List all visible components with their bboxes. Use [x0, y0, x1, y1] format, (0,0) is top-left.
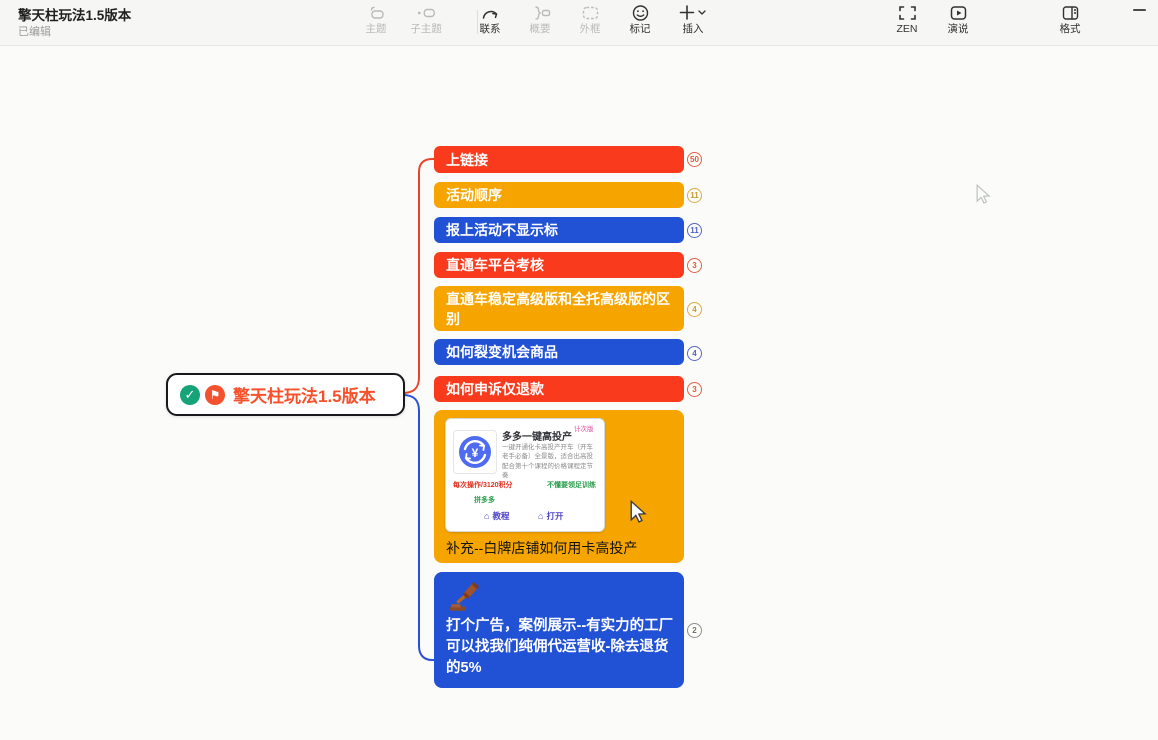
topic-label: 补充--白牌店铺如何用卡高投产	[446, 538, 637, 558]
presentation-play-icon	[949, 3, 967, 22]
mouse-cursor-arrow-icon	[628, 500, 648, 523]
toolbar-button-label: 联系	[480, 23, 501, 35]
gavel-icon	[448, 580, 482, 614]
document-title: 擎天柱玩法1.5版本	[18, 4, 131, 24]
toolbar-button-format[interactable]: 格式	[1060, 3, 1081, 35]
plugin-button-label: 打开	[546, 510, 563, 522]
topic-label: 如何裂变机会商品	[446, 342, 558, 362]
toolbar-button-label: 格式	[1060, 23, 1081, 35]
subtopic-icon	[416, 3, 436, 22]
topic-platform-assessment[interactable]: 直通车平台考核	[434, 252, 684, 278]
toolbar-button-topic[interactable]: 主题	[366, 3, 387, 35]
branch-line-up	[403, 159, 435, 393]
toolbar-button-subtopic[interactable]: 子主题	[410, 3, 442, 35]
toolbar-button-label: 演说	[948, 23, 969, 35]
plugin-version-tag: 计次版	[574, 423, 594, 433]
topic-split-opportunity[interactable]: 如何裂变机会商品	[434, 339, 684, 365]
plugin-price: 每次操作/3120积分	[453, 480, 513, 490]
branch-line-down	[403, 395, 435, 660]
root-topic[interactable]: ✓ ⚑ 擎天柱玩法1.5版本	[166, 373, 405, 416]
collapsed-count-badge[interactable]: 4	[687, 302, 702, 317]
topic-icon	[367, 3, 385, 22]
topic-label: 活动顺序	[446, 185, 502, 205]
plugin-note: 不懂要领足训练	[547, 480, 596, 490]
collapsed-count-badge[interactable]: 50	[687, 152, 702, 167]
boundary-icon	[581, 3, 599, 22]
toolbar-button-label: 外框	[580, 23, 601, 35]
summary-icon	[530, 3, 550, 22]
relationship-icon	[480, 3, 500, 22]
toolbar-button-zen[interactable]: ZEN	[897, 3, 918, 35]
toolbar-button-present[interactable]: 演说	[948, 3, 969, 35]
house-icon: ⌂	[538, 511, 543, 521]
plugin-platform: 拼多多	[474, 495, 495, 505]
toolbar-button-marker[interactable]: 标记	[630, 3, 651, 35]
topic-label: 如何申诉仅退款	[446, 379, 544, 399]
toolbar-button-label: ZEN	[897, 23, 918, 35]
toolbar-button-label: 标记	[630, 23, 651, 35]
plugin-icon-frame: ¥	[453, 430, 497, 474]
collapsed-count-badge[interactable]: 2	[687, 623, 702, 638]
toolbar-button-insert[interactable]: 插入	[678, 3, 708, 35]
toolbar-button-label: 插入	[683, 23, 704, 35]
toolbar-button-summary[interactable]: 概要	[530, 3, 551, 35]
topic-links[interactable]: 上链接	[434, 146, 684, 173]
topic-activity-no-tag[interactable]: 报上活动不显示标	[434, 217, 684, 243]
document-status: 已编辑	[18, 23, 51, 39]
zen-brackets-icon	[897, 3, 917, 22]
root-topic-label: 擎天柱玩法1.5版本	[233, 382, 376, 407]
format-panel-icon	[1061, 3, 1079, 22]
svg-text:¥: ¥	[472, 446, 479, 460]
topic-label: 上链接	[446, 150, 488, 170]
collapsed-count-badge[interactable]: 4	[687, 346, 702, 361]
collapsed-count-badge[interactable]: 3	[687, 382, 702, 397]
flag-icon[interactable]: ⚑	[205, 385, 225, 405]
plugin-open-button[interactable]: ⌂ 打开	[538, 510, 563, 522]
toolbar: 擎天柱玩法1.5版本 已编辑 主题 子主题	[0, 0, 1158, 46]
plugin-button-label: 教程	[492, 510, 509, 522]
toolbar-button-label: 主题	[366, 23, 387, 35]
topic-label: 报上活动不显示标	[446, 220, 558, 240]
collapsed-count-badge[interactable]: 11	[687, 223, 702, 238]
task-done-icon[interactable]: ✓	[180, 385, 200, 405]
topic-activity-order[interactable]: 活动顺序	[434, 182, 684, 208]
collapsed-count-badge[interactable]: 11	[687, 188, 702, 203]
insert-plus-icon	[678, 3, 708, 22]
topic-appeal-refund[interactable]: 如何申诉仅退款	[434, 376, 684, 402]
toolbar-button-relationship[interactable]: 联系	[480, 3, 501, 35]
plugin-tutorial-button[interactable]: ⌂ 教程	[484, 510, 509, 522]
mindmap-canvas[interactable]: ✓ ⚑ 擎天柱玩法1.5版本 上链接 50 活动顺序 11 报上活动不显示标 1…	[0, 0, 1158, 740]
house-icon: ⌂	[484, 511, 489, 521]
topic-supplement-card[interactable]: ¥ 多多一键高投产 计次版 一键开通化卡高投产开车（开车老手必备）全景版，适合出…	[434, 410, 684, 563]
topic-label: 直通车平台考核	[446, 255, 544, 275]
app-window: 擎天柱玩法1.5版本 已编辑 主题 子主题	[0, 0, 1158, 740]
topic-label: 打个广告，案例展示--有实力的工厂可以找我们纯佣代运营收-除去退货的5%	[446, 616, 674, 679]
plugin-description: 一键开通化卡高投产开车（开车老手必备）全景版，适合出高投配合第十个课程的价格课程…	[502, 443, 598, 481]
toolbar-separator	[477, 10, 478, 34]
plugin-title: 多多一键高投产	[502, 428, 572, 443]
topic-version-difference[interactable]: 直通车稳定高级版和全托高级版的区别	[434, 286, 684, 331]
toolbar-button-label: 概要	[530, 23, 551, 35]
remote-cursor-arrow-icon	[974, 184, 992, 204]
plugin-card-image[interactable]: ¥ 多多一键高投产 计次版 一键开通化卡高投产开车（开车老手必备）全景版，适合出…	[445, 418, 605, 532]
topic-label: 直通车稳定高级版和全托高级版的区别	[446, 289, 672, 330]
toolbar-button-boundary[interactable]: 外框	[580, 3, 601, 35]
plugin-app-icon: ¥	[457, 434, 493, 470]
marker-smiley-icon	[631, 3, 649, 22]
window-minimize-dash[interactable]	[1133, 9, 1146, 11]
toolbar-button-label: 子主题	[410, 23, 442, 35]
collapsed-count-badge[interactable]: 3	[687, 258, 702, 273]
topic-advertisement[interactable]: 打个广告，案例展示--有实力的工厂可以找我们纯佣代运营收-除去退货的5%	[434, 572, 684, 688]
